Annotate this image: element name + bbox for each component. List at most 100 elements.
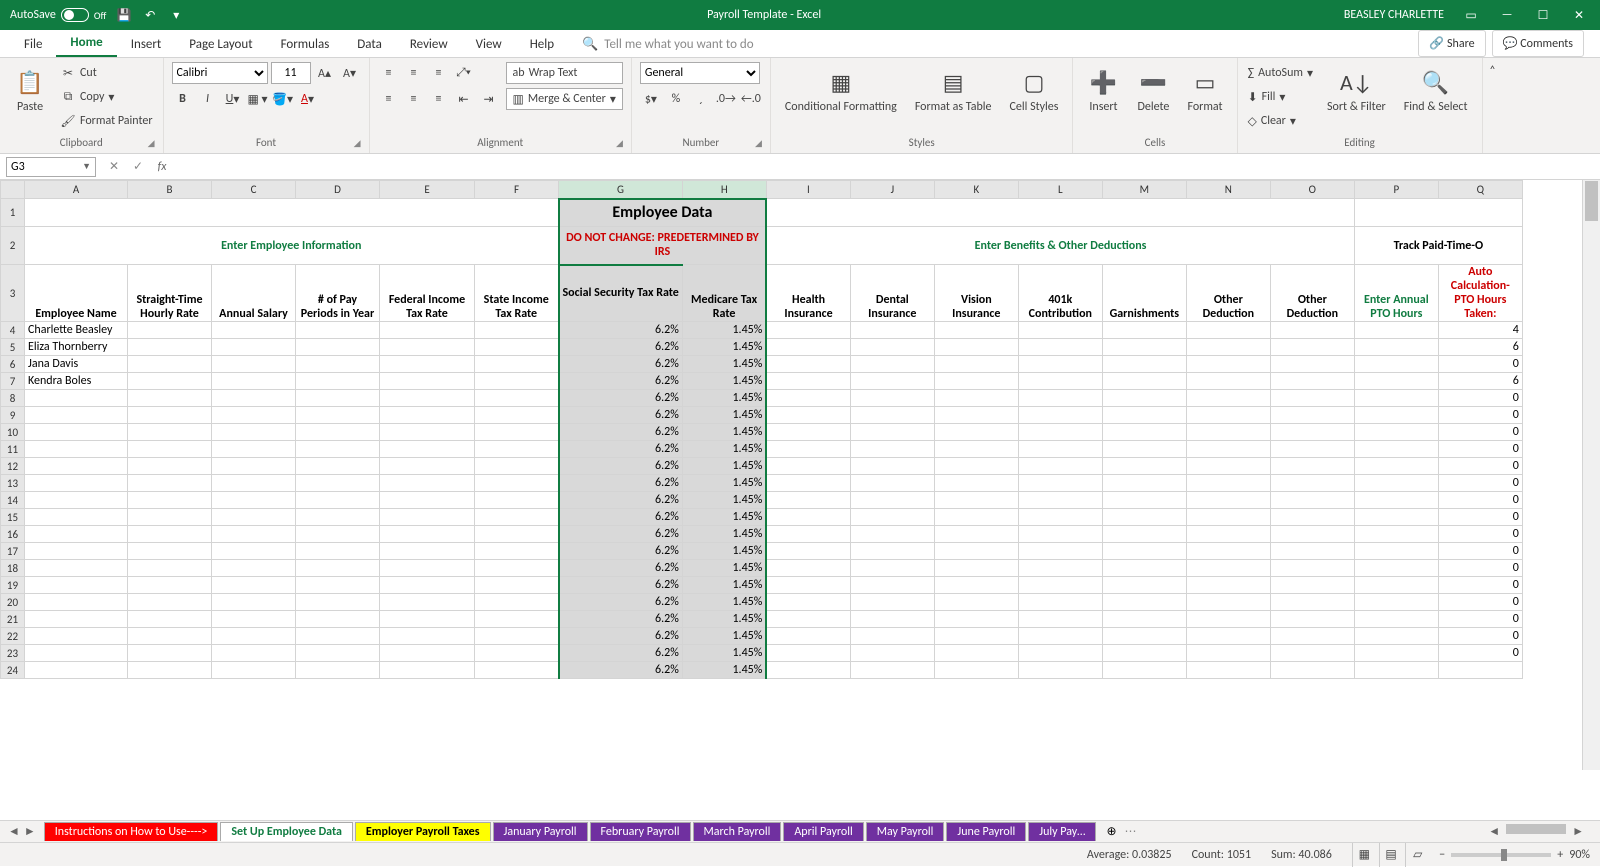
merge-center-button[interactable]: ▥Merge & Center ▾ xyxy=(506,88,623,110)
row-header-6[interactable]: 6 xyxy=(1,356,25,373)
sheet-tab-may[interactable]: May Payroll xyxy=(866,822,945,841)
name-box[interactable]: G3▼ xyxy=(6,157,96,177)
hscroll-left-icon[interactable]: ◄ xyxy=(1488,824,1500,839)
col-header-B[interactable]: B xyxy=(128,181,212,199)
row-header-18[interactable]: 18 xyxy=(1,560,25,577)
minimize-icon[interactable]: — xyxy=(1498,6,1516,24)
col-header-C[interactable]: C xyxy=(212,181,296,199)
font-color-button[interactable]: A▾ xyxy=(297,88,319,110)
view-break-icon[interactable]: ▱ xyxy=(1405,843,1429,867)
row-header-22[interactable]: 22 xyxy=(1,628,25,645)
user-name[interactable]: BEASLEY CHARLETTE xyxy=(1344,8,1444,22)
increase-decimal-icon[interactable]: .0→ xyxy=(715,88,737,110)
italic-button[interactable]: I xyxy=(197,88,219,110)
sheet-tab-instructions[interactable]: Instructions on How to Use----> xyxy=(44,822,219,841)
row-header-7[interactable]: 7 xyxy=(1,373,25,390)
share-button[interactable]: 🔗 Share xyxy=(1418,30,1485,57)
insert-cells-button[interactable]: ➕Insert xyxy=(1081,62,1125,118)
row-header-19[interactable]: 19 xyxy=(1,577,25,594)
font-size-input[interactable] xyxy=(271,62,311,84)
row-header-11[interactable]: 11 xyxy=(1,441,25,458)
autosave-toggle[interactable]: AutoSave Off xyxy=(10,8,106,22)
sheet-tab-jun[interactable]: June Payroll xyxy=(946,822,1026,841)
row-header-13[interactable]: 13 xyxy=(1,475,25,492)
sheet-tab-jul[interactable]: July Pay… xyxy=(1028,822,1096,841)
sheet-tab-feb[interactable]: February Payroll xyxy=(590,822,691,841)
col-header-I[interactable]: I xyxy=(766,181,850,199)
fx-icon[interactable]: fx xyxy=(150,160,174,174)
orientation-icon[interactable]: ⤢▾ xyxy=(453,62,475,84)
row-header-17[interactable]: 17 xyxy=(1,543,25,560)
view-normal-icon[interactable]: ▦ xyxy=(1352,843,1376,867)
sheet-tab-setup[interactable]: Set Up Employee Data xyxy=(220,822,353,841)
collapse-ribbon-icon[interactable]: ˄ xyxy=(1483,58,1503,153)
hscroll-right-icon[interactable]: ► xyxy=(1572,824,1584,839)
align-right-icon[interactable]: ≡ xyxy=(428,88,450,110)
ribbon-options-icon[interactable]: ▭ xyxy=(1462,6,1480,24)
tab-formulas[interactable]: Formulas xyxy=(267,32,344,57)
decrease-font-icon[interactable]: A▾ xyxy=(339,62,361,84)
zoom-in-icon[interactable]: + xyxy=(1557,848,1563,862)
sheet-tab-employer-taxes[interactable]: Employer Payroll Taxes xyxy=(355,822,491,841)
dialog-launcher-icon[interactable]: ◢ xyxy=(755,138,762,149)
tab-help[interactable]: Help xyxy=(516,32,568,57)
row-header-1[interactable]: 1 xyxy=(1,199,25,227)
view-layout-icon[interactable]: ▤ xyxy=(1379,843,1403,867)
fill-color-button[interactable]: 🪣▾ xyxy=(272,88,294,110)
col-header-E[interactable]: E xyxy=(380,181,475,199)
col-header-M[interactable]: M xyxy=(1102,181,1186,199)
row-header-20[interactable]: 20 xyxy=(1,594,25,611)
border-button[interactable]: ▦ ▾ xyxy=(247,88,269,110)
col-header-L[interactable]: L xyxy=(1018,181,1102,199)
tab-file[interactable]: File xyxy=(10,32,56,57)
save-icon[interactable]: 💾 xyxy=(116,7,132,23)
tab-next-icon[interactable]: ► xyxy=(24,824,36,839)
redo-icon[interactable]: ▾ xyxy=(168,7,184,23)
row-header-8[interactable]: 8 xyxy=(1,390,25,407)
sheet-tab-jan[interactable]: January Payroll xyxy=(493,822,588,841)
col-header-F[interactable]: F xyxy=(475,181,559,199)
comments-button[interactable]: 💬 Comments xyxy=(1492,30,1584,57)
align-center-icon[interactable]: ≡ xyxy=(403,88,425,110)
dialog-launcher-icon[interactable]: ◢ xyxy=(616,138,623,149)
spreadsheet-grid[interactable]: ABCDEFGHIJKLMNOPQ1Employee Data2Enter Em… xyxy=(0,180,1600,770)
cancel-formula-icon[interactable]: ✕ xyxy=(102,159,126,174)
find-select-button[interactable]: 🔍Find & Select xyxy=(1398,62,1474,118)
wrap-text-button[interactable]: abWrap Text xyxy=(506,62,623,84)
align-top-icon[interactable]: ≡ xyxy=(378,62,400,84)
comma-icon[interactable]: ˏ xyxy=(690,88,712,110)
indent-inc-icon[interactable]: ⇥ xyxy=(478,88,500,110)
row-header-10[interactable]: 10 xyxy=(1,424,25,441)
clear-button[interactable]: ◇ Clear ▾ xyxy=(1246,110,1315,132)
row-header-3[interactable]: 3 xyxy=(1,265,25,322)
number-format-select[interactable]: General xyxy=(640,62,760,84)
close-icon[interactable]: ✕ xyxy=(1570,6,1588,24)
zoom-level[interactable]: 90% xyxy=(1569,848,1590,862)
dialog-launcher-icon[interactable]: ◢ xyxy=(354,138,361,149)
cut-button[interactable]: ✂Cut xyxy=(58,62,155,84)
conditional-formatting-button[interactable]: ▦Conditional Formatting xyxy=(779,62,903,118)
bold-button[interactable]: B xyxy=(172,88,194,110)
tab-insert[interactable]: Insert xyxy=(117,32,176,57)
col-header-J[interactable]: J xyxy=(850,181,934,199)
row-header-24[interactable]: 24 xyxy=(1,662,25,679)
paste-button[interactable]: 📋Paste xyxy=(8,62,52,118)
dialog-launcher-icon[interactable]: ◢ xyxy=(148,138,155,149)
fill-button[interactable]: ⬇ Fill ▾ xyxy=(1246,86,1315,108)
tab-home[interactable]: Home xyxy=(56,30,116,57)
maximize-icon[interactable]: ☐ xyxy=(1534,6,1552,24)
percent-icon[interactable]: % xyxy=(665,88,687,110)
row-header-9[interactable]: 9 xyxy=(1,407,25,424)
enter-formula-icon[interactable]: ✓ xyxy=(126,159,150,174)
col-header-G[interactable]: G xyxy=(559,181,683,199)
vertical-scrollbar[interactable] xyxy=(1582,180,1600,770)
copy-button[interactable]: ⧉Copy ▾ xyxy=(58,86,155,108)
row-header-14[interactable]: 14 xyxy=(1,492,25,509)
format-as-table-button[interactable]: ▤Format as Table xyxy=(909,62,998,118)
indent-dec-icon[interactable]: ⇤ xyxy=(453,88,475,110)
zoom-slider[interactable] xyxy=(1451,853,1551,857)
tab-page-layout[interactable]: Page Layout xyxy=(175,32,266,57)
font-name-select[interactable]: Calibri xyxy=(172,62,268,84)
select-all-cell[interactable] xyxy=(1,181,25,199)
col-header-O[interactable]: O xyxy=(1270,181,1354,199)
